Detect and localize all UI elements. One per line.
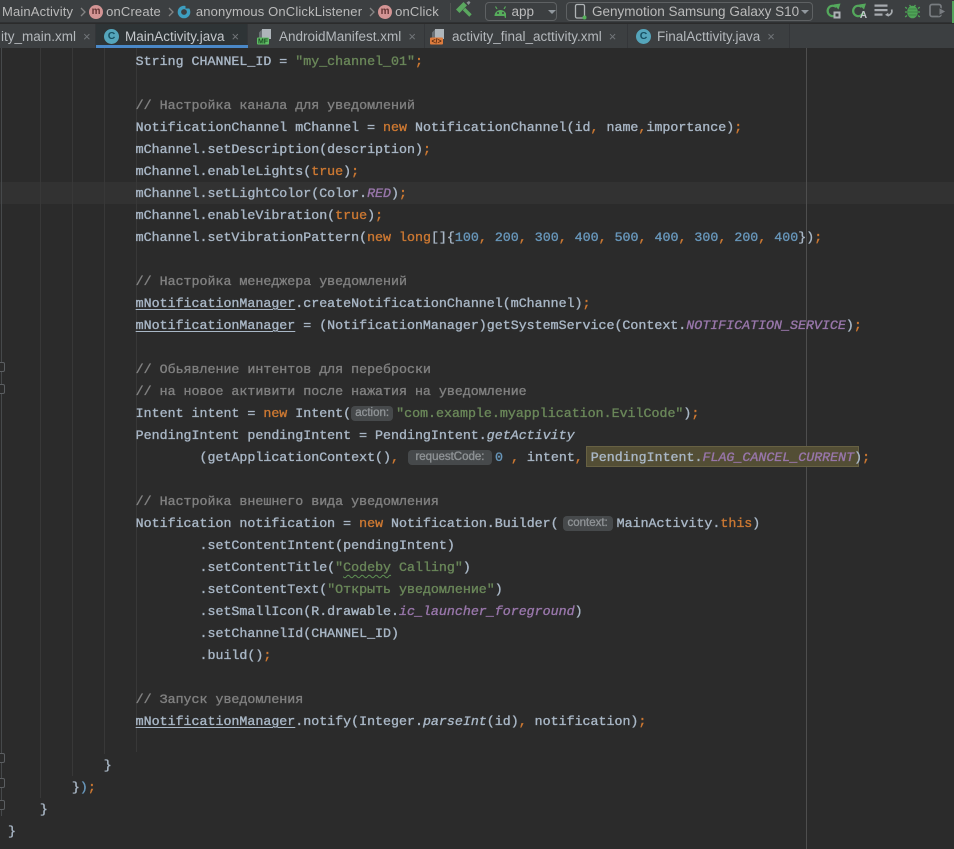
svg-text:MF: MF — [258, 38, 269, 45]
svg-text:</>: </> — [431, 38, 441, 45]
svg-text:A: A — [860, 10, 867, 20]
